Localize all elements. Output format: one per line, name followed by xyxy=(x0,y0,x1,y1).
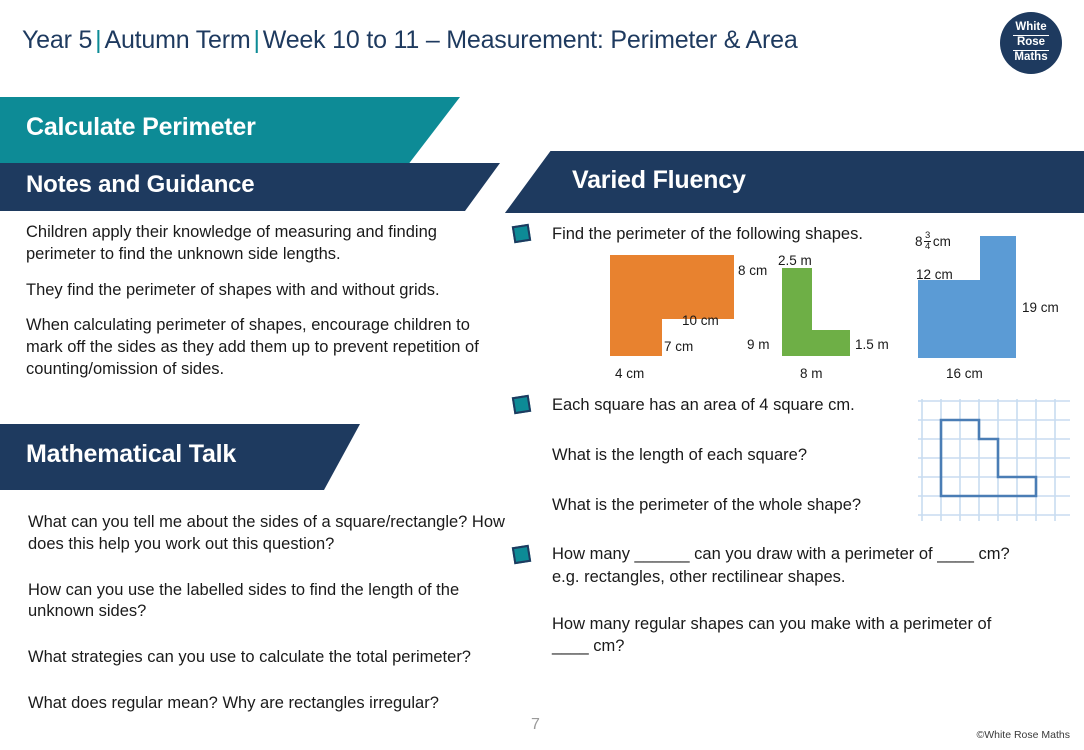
topic-banner-label: Calculate Perimeter xyxy=(26,113,256,141)
talk-question: How can you use the labelled sides to fi… xyxy=(28,580,460,621)
blue-label-fraction: 34 xyxy=(924,230,932,252)
notes-paragraph: Children apply their knowledge of measur… xyxy=(26,223,437,263)
green-label-bottom: 8 m xyxy=(800,366,823,381)
page-number: 7 xyxy=(531,716,540,733)
green-label-top: 2.5 m xyxy=(778,253,812,268)
fraction-denominator: 4 xyxy=(924,240,932,252)
blue-label-unit: cm xyxy=(932,233,951,249)
topic-banner: Calculate Perimeter xyxy=(0,97,460,163)
q3-line-2: e.g. rectangles, other rectilinear shape… xyxy=(552,568,846,586)
blue-label-bottom: 16 cm xyxy=(946,366,983,381)
talk-question: What does regular mean? Why are rectangl… xyxy=(28,693,439,712)
page-header: Year 5 | Autumn Term | Week 10 to 11 – Measu… xyxy=(0,0,1084,88)
header-year: Year 5 xyxy=(22,26,93,54)
q2-statement: Each square has an area of 4 square cm. xyxy=(552,396,855,414)
mathematical-talk-banner-label: Mathematical Talk xyxy=(26,440,237,468)
blue-label-top: 8 3 4 cm xyxy=(915,230,951,252)
fraction-numerator: 3 xyxy=(925,230,931,241)
square-grid-diagram xyxy=(918,399,1070,521)
q3-line-3: How many regular shapes can you make wit… xyxy=(552,615,992,656)
notes-banner: Notes and Guidance xyxy=(0,163,500,211)
talk-question: What can you tell me about the sides of … xyxy=(28,513,505,553)
blue-l-shape xyxy=(918,236,1016,358)
header-week: Week 10 to 11 – Measurement: Perimeter &… xyxy=(262,26,798,54)
orange-label-right: 8 cm xyxy=(738,263,768,278)
logo-line-white: White xyxy=(1015,21,1047,34)
logo-line-rose: Rose xyxy=(1013,35,1049,51)
green-label-right: 1.5 m xyxy=(855,337,889,352)
orange-label-inner-vertical: 7 cm xyxy=(664,339,694,354)
q3-line-1: How many ______ can you draw with a peri… xyxy=(552,545,1010,563)
blue-label-inner-horizontal: 12 cm xyxy=(916,267,953,282)
bullet-square-icon xyxy=(511,223,532,244)
bullet-square-icon xyxy=(511,394,532,415)
slide-page: Year 5 | Autumn Term | Week 10 to 11 – Measu… xyxy=(0,0,1084,750)
orange-label-inner-horizontal: 10 cm xyxy=(682,313,719,328)
header-separator-2: | xyxy=(253,26,260,54)
logo-line-maths: Maths xyxy=(1014,50,1048,63)
white-rose-maths-logo: White Rose Maths xyxy=(1000,12,1062,74)
notes-banner-label: Notes and Guidance xyxy=(26,171,255,198)
mathematical-talk-body: What can you tell me about the sides of … xyxy=(28,512,518,715)
q1-prompt: Find the perimeter of the following shap… xyxy=(552,225,863,243)
copyright-notice: ©White Rose Maths xyxy=(976,729,1070,741)
orange-label-bottom: 4 cm xyxy=(615,366,645,381)
header-term: Autumn Term xyxy=(104,26,251,54)
mathematical-talk-banner: Mathematical Talk xyxy=(0,424,360,490)
green-l-shape xyxy=(782,268,850,356)
bullet-square-icon xyxy=(511,544,532,565)
notes-paragraph: They find the perimeter of shapes with a… xyxy=(26,280,440,299)
notes-paragraph: When calculating perimeter of shapes, en… xyxy=(26,316,479,378)
header-separator-1: | xyxy=(95,26,102,54)
q2-question-b: What is the perimeter of the whole shape… xyxy=(552,496,862,514)
blue-label-whole: 8 xyxy=(915,233,923,249)
blue-label-right: 19 cm xyxy=(1022,300,1059,315)
page-title: Year 5 | Autumn Term | Week 10 to 11 – Measu… xyxy=(22,26,798,55)
varied-fluency-banner-label: Varied Fluency xyxy=(572,166,746,194)
green-label-left: 9 m xyxy=(747,337,770,352)
notes-and-guidance-body: Children apply their knowledge of measur… xyxy=(26,222,504,381)
talk-question: What strategies can you use to calculate… xyxy=(28,648,471,667)
varied-fluency-banner: Varied Fluency xyxy=(460,151,1084,213)
q2-question-a: What is the length of each square? xyxy=(552,446,807,464)
